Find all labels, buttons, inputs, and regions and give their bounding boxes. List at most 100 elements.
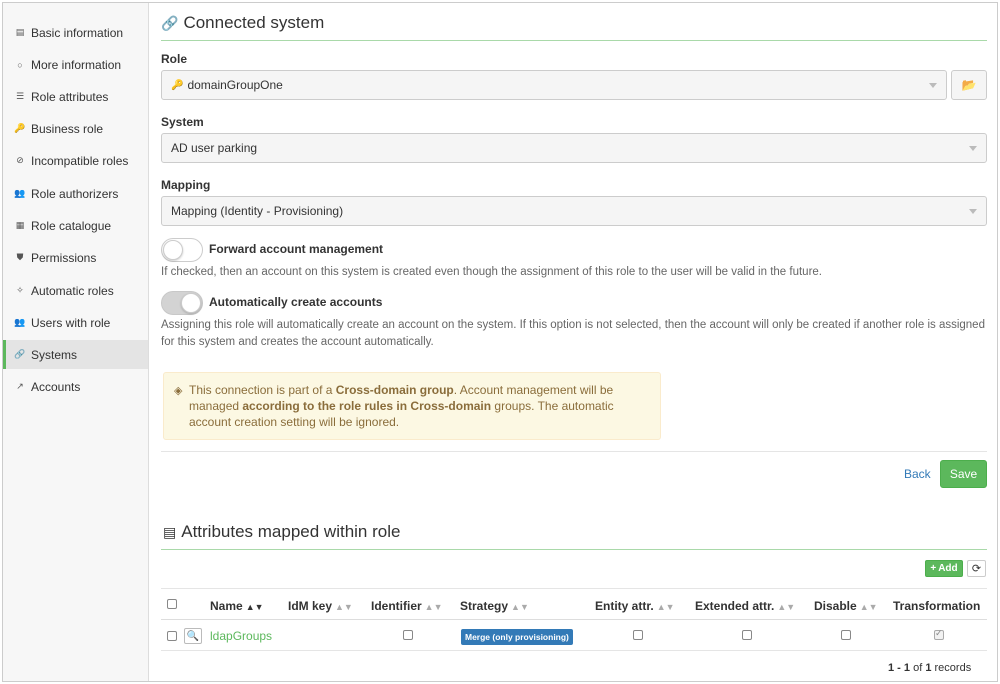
mapping-select[interactable]: Mapping (Identity - Provisioning) [161,196,987,226]
sidebar-item-users-with-role[interactable]: 👥 Users with role [3,308,148,337]
row-detail-button[interactable]: 🔍 [184,628,202,644]
sidebar-item-basic-information[interactable]: ▤ Basic information [3,18,148,47]
sort-icon: ▲▼ [511,602,529,612]
sidebar-item-label: Basic information [31,25,124,40]
disable-checkbox [841,630,851,640]
catalogue-icon: ▦ [15,220,25,230]
form-divider [161,451,987,452]
pagination-info: 1 - 1 of 1 records [888,662,971,674]
col-transformation-header: Transformation [893,599,981,613]
pager-of: of [913,662,923,674]
cross-domain-alert: ◈ This connection is part of a Cross-dom… [163,372,661,440]
mapping-value: Mapping (Identity - Provisioning) [171,204,344,218]
sidebar-item-incompatible-roles[interactable]: ⊘ Incompatible roles [3,146,148,175]
alert-bold-1: Cross-domain group [335,383,454,397]
sidebar-item-role-catalogue[interactable]: ▦ Role catalogue [3,211,148,240]
attribute-name-link[interactable]: ldapGroups [210,629,272,643]
back-button[interactable]: Back [904,467,931,481]
system-select[interactable]: AD user parking [161,133,987,163]
sort-icon: ▲▼ [777,602,796,612]
refresh-icon: ⟳ [971,563,982,575]
refresh-button[interactable]: ⟳ [967,560,986,577]
extended-attr-checkbox [742,630,752,640]
pager-total: 1 [925,662,932,674]
transformation-checkbox [934,628,944,640]
forward-account-help: If checked, then an account on this syst… [161,266,822,278]
sidebar-item-role-attributes[interactable]: ☰ Role attributes [3,82,148,111]
sidebar-item-permissions[interactable]: ⛊ Permissions [3,243,148,272]
sidebar-item-automatic-roles[interactable]: ✧ Automatic roles [3,276,148,305]
save-button[interactable]: Save [940,460,987,488]
alert-text-1: This connection is part of a [189,383,336,397]
entity-attr-checkbox [633,630,643,640]
col-identifier-header[interactable]: Identifier ▲▼ [371,599,443,613]
forward-account-toggle[interactable] [161,238,203,262]
col-idm-key-header[interactable]: IdM key ▲▼ [288,599,353,613]
row-checkbox[interactable] [167,631,177,641]
auto-create-toggle[interactable] [161,291,203,315]
pager-suffix: records [934,662,972,674]
card-icon: ▤ [15,27,25,37]
sidebar-item-label: Role authorizers [31,186,119,201]
col-name-header[interactable]: Name ▲▼ [210,599,264,613]
col-entity-attr-header[interactable]: Entity attr. ▲▼ [595,599,675,613]
layers-icon: ◈ [174,385,183,397]
sort-icon: ▲▼ [859,602,878,612]
sidebar-item-label: Incompatible roles [31,153,129,168]
sidebar-item-business-role[interactable]: 🔑 Business role [3,114,148,143]
strategy-badge: Merge (only provisioning) [461,629,573,645]
sidebar-item-label: Role catalogue [31,218,112,233]
col-strategy-header[interactable]: Strategy ▲▼ [460,599,529,613]
search-icon: 🔍 [186,630,200,642]
alert-bold-2: according to the role rules in Cross-dom… [242,399,492,413]
sort-asc-icon: ▲▼ [245,602,264,612]
system-label: System [161,115,204,129]
sidebar: ▤ Basic information ○ More information ☰ Role… [3,3,149,681]
toggle-knob [181,293,201,313]
attributes-underline [161,549,987,550]
sidebar-item-label: Users with role [31,315,111,330]
chevron-down-icon [929,83,937,88]
sidebar-item-more-information[interactable]: ○ More information [3,50,148,79]
system-value: AD user parking [171,141,258,155]
key-icon: 🔑 [14,123,26,133]
chevron-down-icon [969,146,977,151]
shield-icon: ⛊ [16,252,24,262]
users-icon: 👥 [14,317,26,327]
role-select[interactable]: 🔑 domainGroupOne [161,70,947,100]
sidebar-item-systems[interactable]: 🔗 Systems [3,340,148,369]
role-value: domainGroupOne [187,78,283,92]
add-attribute-button[interactable]: + Add [925,560,963,577]
external-link-icon: ↗ [16,381,24,391]
select-all-checkbox[interactable] [167,599,177,609]
add-label: Add [938,563,958,574]
list-icon: ☰ [15,91,25,101]
attributes-title-text: Attributes mapped within role [181,522,401,541]
ban-icon: ⊘ [16,155,24,165]
plus-icon: + [930,563,937,574]
sidebar-item-accounts[interactable]: ↗ Accounts [3,372,148,401]
role-detail-button[interactable]: 📂 [951,70,987,100]
header-divider [161,619,987,620]
forward-account-label: Forward account management [209,242,384,256]
table-bottom-border [161,650,987,651]
connected-system-title: 🔗 Connected system [161,13,324,33]
table-icon: ▤ [163,523,177,540]
circle-icon: ○ [17,59,23,70]
sidebar-item-label: Permissions [31,250,97,265]
attributes-title: ▤ Attributes mapped within role [163,522,400,542]
mapping-label: Mapping [161,178,211,192]
auto-create-label: Automatically create accounts [209,295,383,309]
toggle-knob [163,240,183,260]
sidebar-item-label: Automatic roles [31,283,114,298]
users-icon: 👥 [14,188,26,198]
sidebar-item-label: Accounts [31,379,81,394]
col-disable-header[interactable]: Disable ▲▼ [814,599,878,613]
sidebar-item-role-authorizers[interactable]: 👥 Role authorizers [3,179,148,208]
pager-range: 1 - 1 [888,662,911,674]
sidebar-item-label: Systems [31,347,78,362]
link-icon: 🔗 [14,349,26,359]
col-extended-attr-header[interactable]: Extended attr. ▲▼ [695,599,795,613]
magic-icon: ✧ [16,285,24,295]
table-top-border [161,588,987,589]
